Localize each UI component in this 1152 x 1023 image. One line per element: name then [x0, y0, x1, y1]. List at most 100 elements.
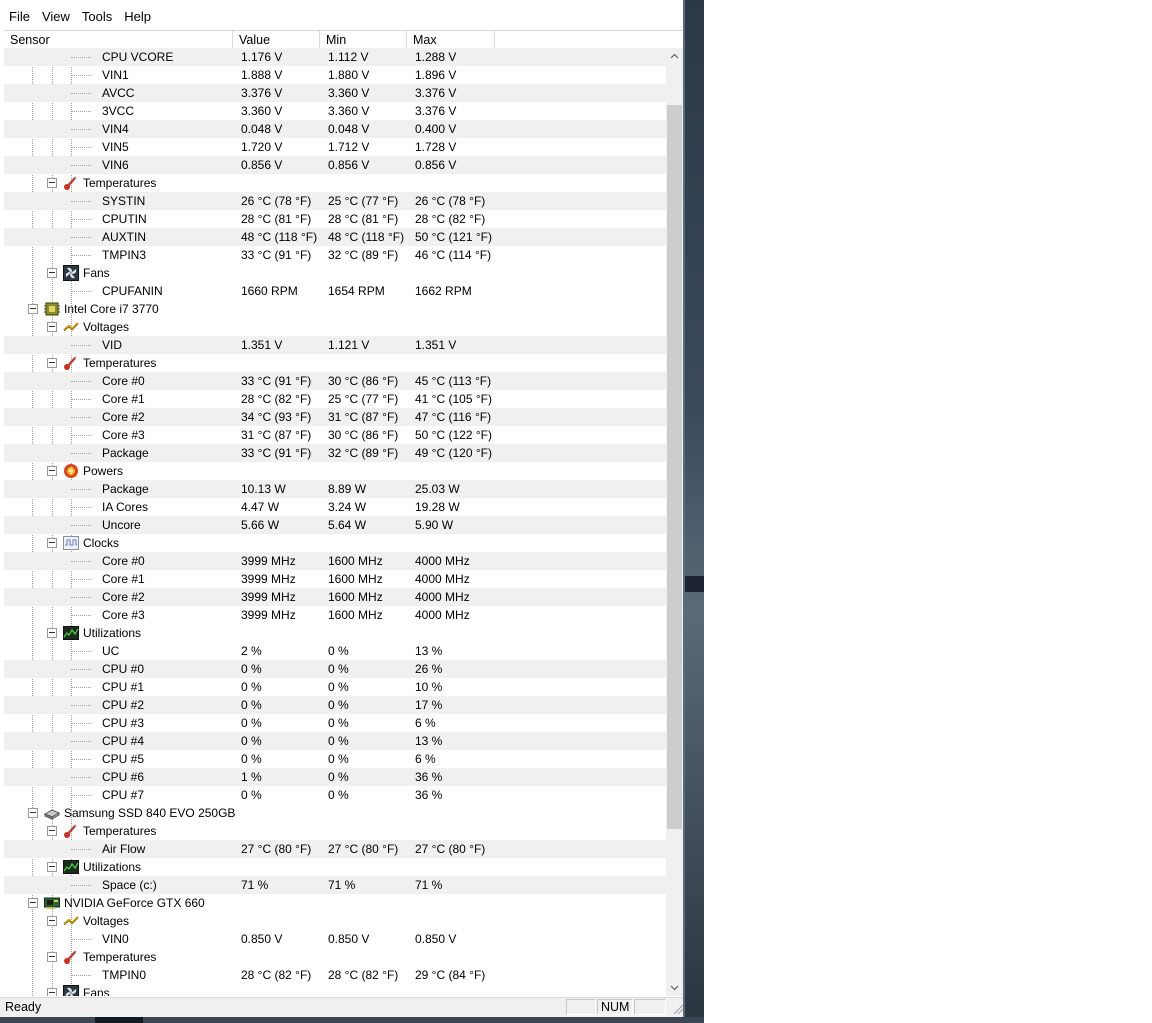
sensor-row[interactable]: CPU #0 0 % 0 % 26 % — [4, 660, 666, 678]
sensor-group-row[interactable]: Utilizations — [4, 858, 666, 876]
collapse-toggle-icon[interactable] — [47, 916, 57, 926]
sensor-max: 25.03 W — [415, 482, 460, 496]
sensor-row[interactable]: Core #3 31 °C (87 °F) 30 °C (86 °F) 50 °C (… — [4, 426, 666, 444]
collapse-toggle-icon[interactable] — [47, 826, 57, 836]
sensor-row[interactable]: VID 1.351 V 1.121 V 1.351 V — [4, 336, 666, 354]
scroll-down-arrow-icon[interactable] — [666, 979, 683, 996]
sensor-group-row[interactable]: Powers — [4, 462, 666, 480]
hardware-row[interactable]: Intel Core i7 3770 — [4, 300, 666, 318]
sensor-group-row[interactable]: Temperatures — [4, 822, 666, 840]
scroll-up-arrow-icon[interactable] — [666, 48, 683, 65]
menu-file[interactable]: File — [3, 6, 36, 28]
sensor-row[interactable]: Core #2 3999 MHz 1600 MHz 4000 MHz — [4, 588, 666, 606]
sensor-row[interactable]: Package 10.13 W 8.89 W 25.03 W — [4, 480, 666, 498]
tree-connector — [71, 75, 91, 76]
tree-connector — [71, 597, 91, 598]
sensor-row[interactable]: TMPIN0 28 °C (82 °F) 28 °C (82 °F) 29 °C (8… — [4, 966, 666, 984]
column-header-max[interactable]: Max — [407, 31, 495, 49]
sensor-min: 1600 MHz — [328, 572, 383, 586]
sensor-row[interactable]: Core #1 28 °C (82 °F) 25 °C (77 °F) 41 °C (… — [4, 390, 666, 408]
sensor-min: 0 % — [328, 716, 349, 730]
collapse-toggle-icon[interactable] — [47, 952, 57, 962]
sensor-group-row[interactable]: Temperatures — [4, 174, 666, 192]
collapse-toggle-icon[interactable] — [47, 466, 57, 476]
sensor-row[interactable]: CPUTIN 28 °C (81 °F) 28 °C (81 °F) 28 °C (8… — [4, 210, 666, 228]
sensor-row[interactable]: Core #1 3999 MHz 1600 MHz 4000 MHz — [4, 570, 666, 588]
sensor-row[interactable]: CPU VCORE 1.176 V 1.112 V 1.288 V — [4, 48, 666, 66]
collapse-toggle-icon[interactable] — [47, 538, 57, 548]
sensor-label: Voltages — [83, 320, 130, 334]
sensor-group-row[interactable]: Voltages — [4, 912, 666, 930]
scrollbar-thumb[interactable] — [667, 105, 682, 829]
menu-tools[interactable]: Tools — [76, 6, 118, 28]
sensor-row[interactable]: Space (c:) 71 % 71 % 71 % — [4, 876, 666, 894]
sensor-row[interactable]: CPU #6 1 % 0 % 36 % — [4, 768, 666, 786]
sensor-group-row[interactable]: Temperatures — [4, 948, 666, 966]
sensor-row[interactable]: Package 33 °C (91 °F) 32 °C (89 °F) 49 °C (… — [4, 444, 666, 462]
collapse-toggle-icon[interactable] — [47, 628, 57, 638]
sensor-row[interactable]: TMPIN3 33 °C (91 °F) 32 °C (89 °F) 46 °C (1… — [4, 246, 666, 264]
thermometer-icon — [63, 175, 79, 191]
hardware-row[interactable]: Samsung SSD 840 EVO 250GB — [4, 804, 666, 822]
sensor-value: 3999 MHz — [241, 590, 296, 604]
collapse-toggle-icon[interactable] — [47, 178, 57, 188]
sensor-row[interactable]: Core #3 3999 MHz 1600 MHz 4000 MHz — [4, 606, 666, 624]
sensor-row[interactable]: UC 2 % 0 % 13 % — [4, 642, 666, 660]
collapse-toggle-icon[interactable] — [47, 988, 57, 996]
sensor-min: 1.712 V — [328, 140, 370, 154]
sensor-value: 2 % — [241, 644, 262, 658]
sensor-row[interactable]: SYSTIN 26 °C (78 °F) 25 °C (77 °F) 26 °C (7… — [4, 192, 666, 210]
sensor-row[interactable]: CPU #3 0 % 0 % 6 % — [4, 714, 666, 732]
menu-help[interactable]: Help — [118, 6, 157, 28]
sensor-row[interactable]: Core #2 34 °C (93 °F) 31 °C (87 °F) 47 °C (… — [4, 408, 666, 426]
sensor-row[interactable]: VIN6 0.856 V 0.856 V 0.856 V — [4, 156, 666, 174]
collapse-toggle-icon[interactable] — [47, 358, 57, 368]
sensor-row[interactable]: CPU #7 0 % 0 % 36 % — [4, 786, 666, 804]
collapse-toggle-icon[interactable] — [28, 808, 38, 818]
sensor-row[interactable]: IA Cores 4.47 W 3.24 W 19.28 W — [4, 498, 666, 516]
sensor-value: 0 % — [241, 662, 262, 676]
menu-view[interactable]: View — [36, 6, 76, 28]
sensor-group-row[interactable]: Voltages — [4, 318, 666, 336]
collapse-toggle-icon[interactable] — [47, 268, 57, 278]
tree-connector — [71, 417, 91, 418]
column-header: Sensor Value Min Max — [4, 30, 684, 50]
sensor-row[interactable]: AVCC 3.376 V 3.360 V 3.376 V — [4, 84, 666, 102]
collapse-toggle-icon[interactable] — [47, 862, 57, 872]
sensor-group-row[interactable]: Temperatures — [4, 354, 666, 372]
collapse-toggle-icon[interactable] — [47, 322, 57, 332]
vertical-scrollbar[interactable] — [666, 48, 683, 996]
sensor-row[interactable]: CPU #1 0 % 0 % 10 % — [4, 678, 666, 696]
sensor-row[interactable]: Core #0 33 °C (91 °F) 30 °C (86 °F) 45 °C (… — [4, 372, 666, 390]
column-header-sensor[interactable]: Sensor — [4, 31, 233, 49]
status-text: Ready — [5, 1000, 42, 1014]
sensor-row[interactable]: CPU #5 0 % 0 % 6 % — [4, 750, 666, 768]
sensor-row[interactable]: CPU #4 0 % 0 % 13 % — [4, 732, 666, 750]
hardware-row[interactable]: NVIDIA GeForce GTX 660 — [4, 894, 666, 912]
tree-connector — [71, 489, 91, 490]
sensor-min: 31 °C (87 °F) — [328, 410, 399, 424]
collapse-toggle-icon[interactable] — [28, 304, 38, 314]
column-header-min[interactable]: Min — [320, 31, 407, 49]
sensor-row[interactable]: Core #0 3999 MHz 1600 MHz 4000 MHz — [4, 552, 666, 570]
resize-grip-icon[interactable] — [670, 1001, 684, 1015]
sensor-row[interactable]: 3VCC 3.360 V 3.360 V 3.376 V — [4, 102, 666, 120]
sensor-row[interactable]: Air Flow 27 °C (80 °F) 27 °C (80 °F) 27 °C … — [4, 840, 666, 858]
sensor-group-row[interactable]: Utilizations — [4, 624, 666, 642]
column-header-value[interactable]: Value — [233, 31, 320, 49]
sensor-row[interactable]: VIN0 0.850 V 0.850 V 0.850 V — [4, 930, 666, 948]
sensor-label: VIN4 — [102, 122, 129, 136]
sensor-min: 1.880 V — [328, 68, 370, 82]
sensor-group-row[interactable]: Fans — [4, 264, 666, 282]
sensor-tree[interactable]: CPU VCORE 1.176 V 1.112 V 1.288 V VIN1 1.888 … — [4, 48, 666, 996]
sensor-row[interactable]: Uncore 5.66 W 5.64 W 5.90 W — [4, 516, 666, 534]
sensor-row[interactable]: CPU #2 0 % 0 % 17 % — [4, 696, 666, 714]
sensor-row[interactable]: CPUFANIN 1660 RPM 1654 RPM 1662 RPM — [4, 282, 666, 300]
sensor-row[interactable]: VIN1 1.888 V 1.880 V 1.896 V — [4, 66, 666, 84]
sensor-group-row[interactable]: Clocks — [4, 534, 666, 552]
sensor-row[interactable]: AUXTIN 48 °C (118 °F) 48 °C (118 °F) 50 °C … — [4, 228, 666, 246]
collapse-toggle-icon[interactable] — [28, 898, 38, 908]
sensor-row[interactable]: VIN5 1.720 V 1.712 V 1.728 V — [4, 138, 666, 156]
sensor-group-row[interactable]: Fans — [4, 984, 666, 996]
sensor-row[interactable]: VIN4 0.048 V 0.048 V 0.400 V — [4, 120, 666, 138]
